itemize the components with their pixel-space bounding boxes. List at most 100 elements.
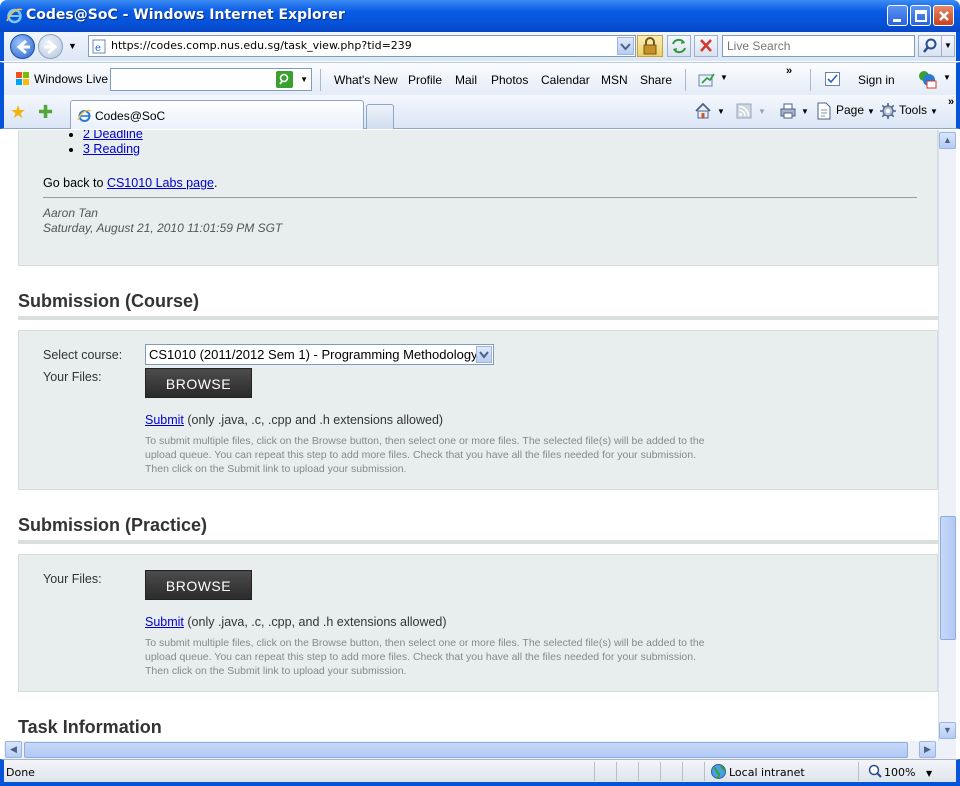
toc-item: 3 Reading [83, 142, 143, 157]
horizontal-scrollbar[interactable]: ◀ ▶ [4, 741, 938, 759]
windows-live-icon [16, 72, 29, 85]
chevron-down-icon[interactable]: ▼ [717, 107, 725, 116]
refresh-button[interactable] [667, 35, 691, 57]
ie-page-icon: e [92, 39, 106, 54]
messenger-icon[interactable] [915, 68, 939, 90]
minimize-button[interactable] [887, 5, 908, 26]
feeds-icon[interactable] [736, 103, 752, 119]
chevron-down-icon[interactable]: ▼ [801, 107, 809, 116]
help-text-practice: To submit multiple files, click on the B… [145, 637, 705, 677]
go-back-line: Go back to CS1010 Labs page. [43, 176, 217, 190]
toolbar-divider [810, 69, 811, 91]
horizontal-scroll-thumb[interactable] [24, 742, 908, 758]
recent-pages-dropdown[interactable]: ▼ [68, 41, 77, 51]
chevron-down-icon[interactable]: ▼ [720, 73, 728, 82]
windows-live-search-field[interactable]: ▼ [110, 68, 312, 91]
status-divider [682, 762, 683, 781]
tab-codes-soc[interactable]: Codes@SoC [70, 100, 364, 129]
help-text-course: To submit multiple files, click on the B… [145, 435, 705, 475]
live-link-share[interactable]: Share [640, 73, 672, 87]
scrollbar-corner [938, 741, 956, 759]
browse-button-course[interactable]: BROWSE [145, 368, 252, 398]
toc-link-deadline[interactable]: 2 Deadline [83, 130, 143, 141]
live-link-whats-new[interactable]: What's New [334, 73, 398, 87]
zoom-level[interactable]: 100% [884, 766, 915, 779]
sign-in-link[interactable]: Sign in [858, 73, 895, 87]
svg-text:e: e [95, 43, 101, 54]
scroll-down-button[interactable]: ▼ [939, 722, 956, 739]
chevron-down-icon[interactable]: ▼ [300, 75, 308, 84]
scroll-left-button[interactable]: ◀ [5, 741, 22, 758]
close-button[interactable] [933, 5, 954, 26]
scroll-up-button[interactable]: ▲ [939, 132, 956, 149]
add-favorites-icon[interactable]: ✚ [38, 102, 53, 123]
share-gadget-icon[interactable] [698, 71, 716, 89]
more-chevron-icon[interactable]: » [948, 96, 954, 108]
submit-note-course: (only .java, .c, .cpp and .h extensions … [183, 413, 444, 427]
forward-button[interactable] [38, 34, 63, 59]
status-divider [594, 762, 595, 781]
print-icon[interactable] [779, 102, 797, 120]
heading-rule [18, 316, 938, 320]
address-field[interactable]: e https://codes.comp.nus.edu.sg/task_vie… [88, 35, 636, 57]
chevron-down-icon [620, 43, 631, 51]
address-dropdown-button[interactable] [617, 37, 634, 55]
favorites-star-icon[interactable]: ★ [10, 102, 26, 123]
chevron-down-icon[interactable]: ▼ [867, 107, 875, 116]
scroll-right-button[interactable]: ▶ [919, 741, 936, 758]
page-menu[interactable]: Page [836, 103, 864, 117]
status-divider [638, 762, 639, 781]
tools-menu[interactable]: Tools [899, 103, 927, 117]
live-link-profile[interactable]: Profile [408, 73, 442, 87]
toc-link-reading[interactable]: 3 Reading [83, 142, 140, 156]
maximize-button[interactable] [910, 5, 931, 26]
cs1010-labs-link[interactable]: CS1010 Labs page [107, 176, 214, 190]
your-files-label: Your Files: [43, 370, 102, 384]
live-search-input[interactable] [723, 36, 914, 56]
chevron-down-icon[interactable]: ▼ [926, 769, 932, 778]
submit-link-course[interactable]: Submit [145, 413, 184, 427]
windows-live-toolbar: Windows Live ▼ What's New Profile Mail P… [0, 62, 960, 95]
more-chevron-icon[interactable]: » [786, 65, 792, 77]
stop-button[interactable] [694, 35, 718, 57]
browse-button-practice[interactable]: BROWSE [145, 570, 252, 600]
live-link-photos[interactable]: Photos [491, 73, 528, 87]
maximize-icon [915, 10, 927, 22]
home-icon[interactable] [694, 102, 712, 120]
vertical-scrollbar[interactable]: ▲ ▼ [938, 130, 956, 741]
live-link-calendar[interactable]: Calendar [541, 73, 590, 87]
live-link-mail[interactable]: Mail [455, 73, 477, 87]
live-search-input-wrapper[interactable] [722, 35, 915, 57]
submit-link-practice[interactable]: Submit [145, 615, 184, 629]
go-back-prefix: Go back to [43, 176, 107, 190]
author-block: Aaron Tan Saturday, August 21, 2010 11:0… [43, 206, 282, 236]
search-button[interactable] [918, 35, 942, 57]
chevron-down-icon[interactable]: ▼ [930, 107, 938, 116]
windows-live-brand[interactable]: Windows Live [34, 72, 108, 86]
url-text: https://codes.comp.nus.edu.sg/task_view.… [111, 39, 412, 52]
task-information-heading: Task Information [18, 717, 162, 737]
vertical-scroll-thumb[interactable] [940, 516, 956, 640]
heading-rule [18, 540, 938, 544]
submit-line-practice: Submit (only .java, .c, .cpp, and .h ext… [145, 615, 447, 629]
checkbox-icon[interactable] [824, 70, 842, 88]
course-select-dropdown[interactable] [476, 346, 492, 363]
chevron-down-icon: ▼ [758, 107, 766, 116]
security-lock-button[interactable] [637, 35, 663, 57]
chevron-down-icon[interactable]: ▼ [943, 73, 951, 82]
search-options-dropdown[interactable]: ▼ [941, 35, 955, 57]
status-divider [660, 762, 661, 781]
submit-note-practice: (only .java, .c, .cpp, and .h extensions… [183, 615, 447, 629]
chevron-down-icon [479, 351, 489, 359]
live-link-msn[interactable]: MSN [601, 73, 628, 87]
course-select[interactable]: CS1010 (2011/2012 Sem 1) - Programming M… [145, 344, 494, 365]
new-tab-button[interactable] [366, 104, 394, 129]
security-zone[interactable]: Local intranet [729, 766, 805, 779]
lock-icon [643, 37, 657, 55]
submit-line-course: Submit (only .java, .c, .cpp and .h exte… [145, 413, 443, 427]
back-button[interactable] [10, 34, 35, 59]
your-files-label: Your Files: [43, 572, 102, 586]
tab-label: Codes@SoC [95, 109, 166, 123]
tools-gear-icon [880, 103, 896, 119]
live-search-go-button[interactable] [276, 71, 293, 88]
